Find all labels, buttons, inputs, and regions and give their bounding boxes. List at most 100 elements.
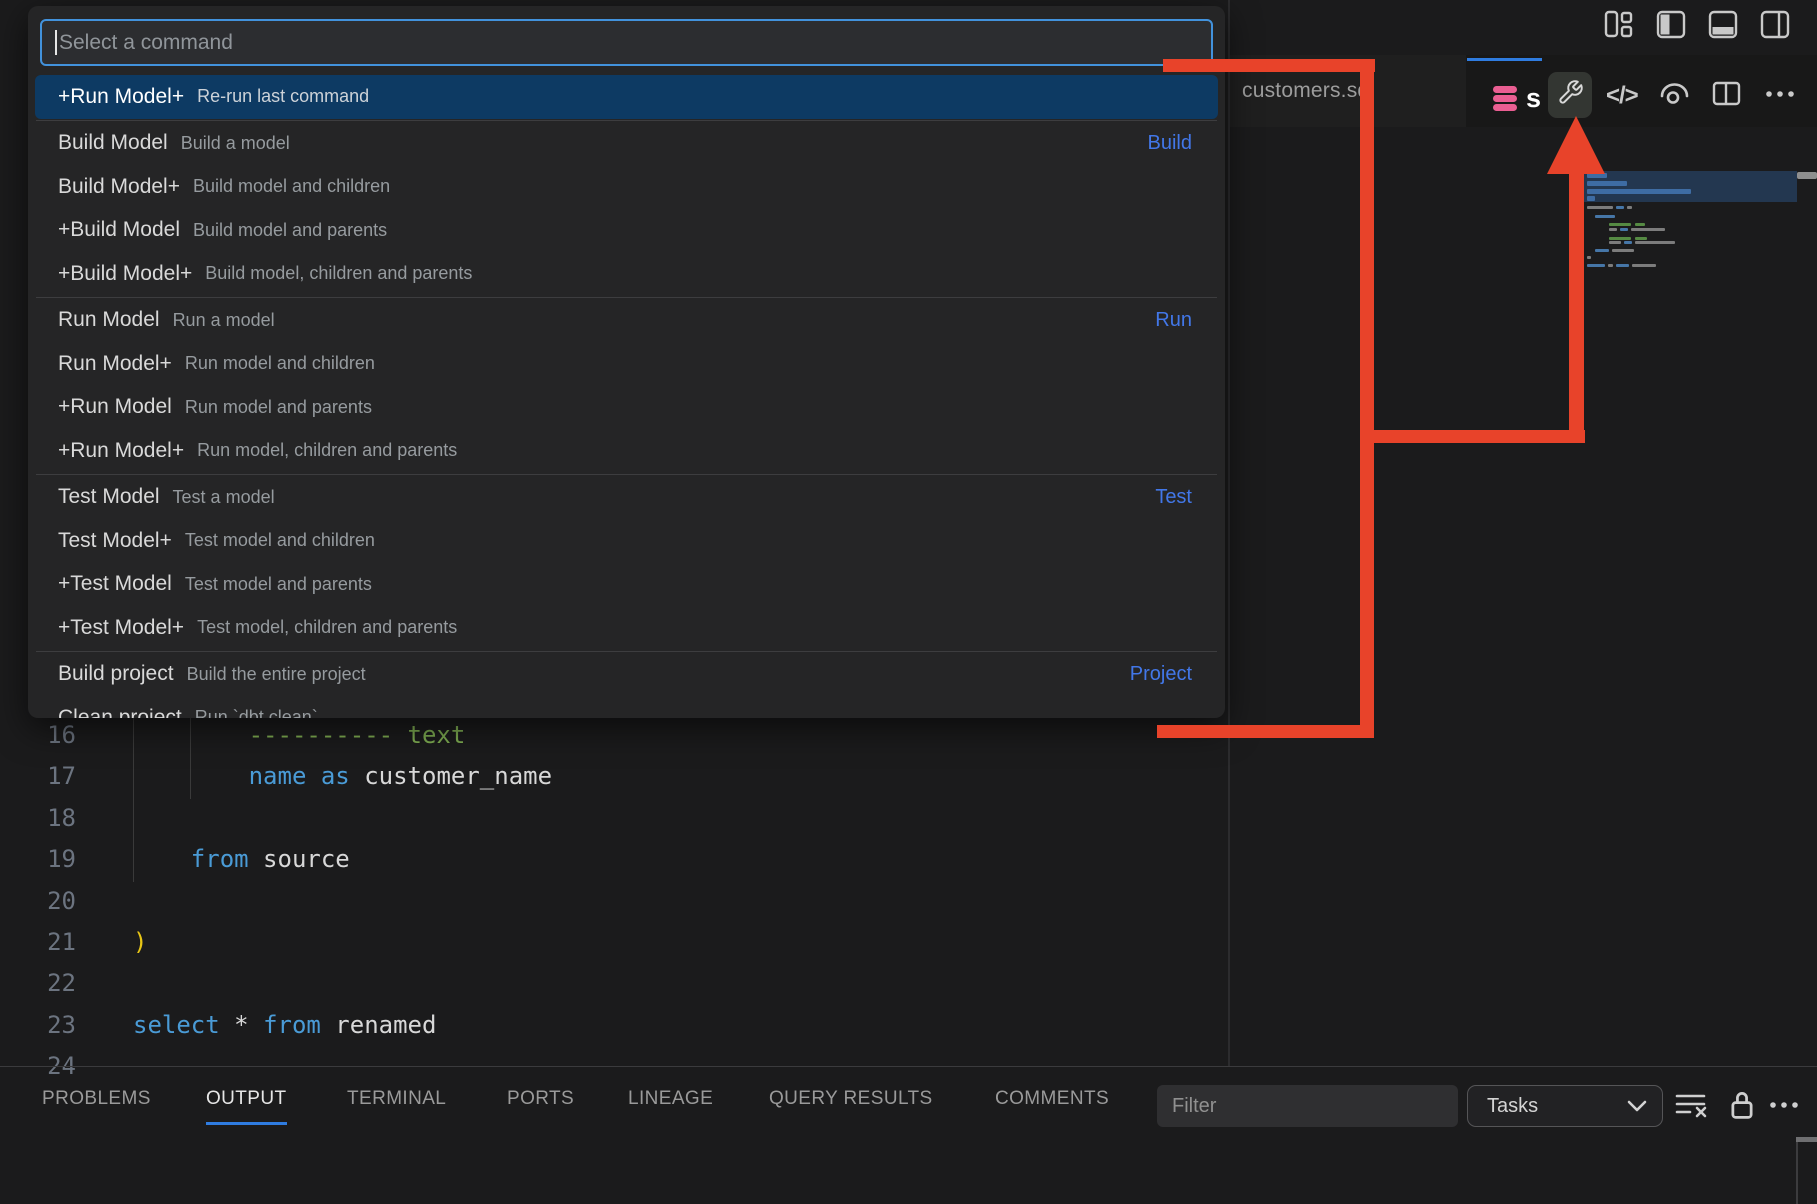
panel-tab-lineage[interactable]: LINEAGE	[628, 1088, 713, 1122]
palette-item-description: Build model and children	[193, 176, 390, 197]
minimap-code-bar	[1587, 206, 1613, 209]
minimap-code-bar	[1608, 264, 1613, 267]
editor-scrollbar-thumb[interactable]	[1797, 172, 1817, 179]
palette-item-label: Run Model	[58, 308, 160, 332]
panel-more-actions-icon[interactable]	[1768, 1094, 1802, 1121]
compiled-code-icon[interactable]: </>	[1606, 82, 1638, 110]
minimap-code-bar	[1612, 249, 1634, 252]
palette-item[interactable]: Build projectBuild the entire projectPro…	[35, 653, 1218, 697]
minimap-code-bar	[1620, 228, 1628, 231]
minimap-code-bar	[1635, 237, 1647, 240]
vscode-window: customers.sql s </> 16 ---------- text17…	[0, 0, 1817, 1204]
palette-group-divider	[36, 474, 1217, 475]
command-input[interactable]: Select a command	[40, 19, 1213, 66]
panel-top-border	[0, 1066, 1817, 1067]
palette-item-description: Run `dbt clean`	[195, 707, 318, 718]
code-text: select * from renamed	[133, 1005, 436, 1046]
panel-tab-query-results[interactable]: QUERY RESULTS	[769, 1088, 933, 1122]
palette-item-label: +Run Model+	[58, 439, 184, 463]
tasks-dropdown[interactable]: Tasks	[1467, 1085, 1663, 1127]
palette-item[interactable]: +Test Model+Test model, children and par…	[35, 606, 1218, 650]
chevron-down-icon	[1627, 1100, 1647, 1112]
dbt-database-icon[interactable]	[1493, 84, 1517, 113]
panel-scrollbar-thumb[interactable]	[1796, 1137, 1817, 1142]
toggle-panel-icon[interactable]	[1708, 9, 1738, 40]
palette-item[interactable]: Build ModelBuild a modelBuild	[35, 122, 1218, 166]
minimap-code-bar	[1635, 223, 1645, 226]
split-editor-icon[interactable]	[1712, 81, 1741, 106]
palette-item[interactable]: +Build ModelBuild model and parents	[35, 209, 1218, 253]
tab-label: customers.sql	[1242, 79, 1374, 103]
palette-item[interactable]: Test ModelTest a modelTest	[35, 476, 1218, 520]
palette-item-label: Test Model	[58, 485, 160, 509]
palette-item-label: +Test Model+	[58, 616, 184, 640]
palette-item[interactable]: Run Model+ Run model and children	[35, 342, 1218, 386]
annotation-line	[1360, 59, 1374, 738]
code-text: from source	[133, 839, 350, 880]
wrench-icon	[1557, 79, 1584, 111]
more-actions-icon[interactable]	[1763, 81, 1797, 106]
code-line: 23select * from renamed	[0, 1005, 1100, 1046]
palette-item[interactable]: Run ModelRun a modelRun	[35, 299, 1218, 343]
text-caret	[55, 30, 57, 55]
code-text: name as customer_name	[133, 756, 552, 797]
customize-layout-icon[interactable]	[1604, 9, 1634, 40]
palette-item-badge: Test	[1155, 486, 1218, 509]
toggle-sidebar-icon[interactable]	[1656, 9, 1686, 40]
palette-item-label: Build Model+	[58, 175, 180, 199]
palette-item[interactable]: +Run ModelRun model and parents	[35, 386, 1218, 430]
code-text: )	[133, 922, 147, 963]
palette-item-badge: Project	[1130, 663, 1218, 686]
minimap-code-bar	[1595, 249, 1609, 252]
minimap[interactable]	[1583, 171, 1797, 301]
palette-item[interactable]: Build Model+ Build model and children	[35, 165, 1218, 209]
toggle-secondary-sidebar-icon[interactable]	[1760, 9, 1790, 40]
minimap-selection-block	[1583, 171, 1797, 202]
panel-tab-terminal[interactable]: TERMINAL	[347, 1088, 446, 1122]
palette-item-label: Run Model+	[58, 352, 172, 376]
panel-scrollbar-track[interactable]	[1796, 1137, 1798, 1204]
minimap-code-bar	[1616, 264, 1629, 267]
code-line: 17 name as customer_name	[0, 756, 1100, 797]
palette-item-label: +Build Model+	[58, 262, 192, 286]
palette-item-description: Run model and children	[185, 353, 375, 374]
minimap-code-bar	[1609, 223, 1631, 226]
panel-tab-comments[interactable]: COMMENTS	[995, 1088, 1109, 1122]
minimap-selection-bar	[1587, 189, 1691, 194]
line-number: 17	[0, 756, 76, 797]
command-input-placeholder: Select a command	[59, 31, 233, 55]
line-number: 19	[0, 839, 76, 880]
query-preview-icon[interactable]	[1658, 81, 1691, 108]
panel-tab-output[interactable]: OUTPUT	[206, 1088, 287, 1125]
panel-tab-ports[interactable]: PORTS	[507, 1088, 574, 1122]
lock-icon[interactable]	[1728, 1090, 1756, 1127]
code-line: 19 from source	[0, 839, 1100, 880]
palette-group-divider	[36, 651, 1217, 652]
code-editor: 16 ---------- text17 name as customer_na…	[0, 715, 1100, 1088]
palette-item-description: Run model, children and parents	[197, 440, 457, 461]
panel-tab-problems[interactable]: PROBLEMS	[42, 1088, 151, 1122]
dbt-build-actions-button[interactable]	[1548, 72, 1592, 118]
palette-item-label: Build Model	[58, 131, 168, 155]
palette-item-description: Build the entire project	[187, 664, 366, 685]
filter-input[interactable]: Filter	[1157, 1085, 1458, 1127]
tasks-dropdown-label: Tasks	[1487, 1095, 1538, 1118]
minimap-code-bar	[1595, 215, 1615, 218]
annotation-arrowhead-icon	[1547, 116, 1605, 174]
palette-item[interactable]: +Run Model+Re-run last command	[35, 75, 1218, 119]
palette-item[interactable]: +Build Model+Build model, children and p…	[35, 252, 1218, 296]
window-layout-controls	[1604, 9, 1790, 40]
line-number: 18	[0, 798, 76, 839]
palette-item-description: Build model and parents	[193, 220, 387, 241]
indent-guide	[190, 716, 191, 799]
code-line: 20	[0, 881, 1100, 922]
clear-output-icon[interactable]	[1674, 1090, 1710, 1125]
code-line: 16 ---------- text	[0, 715, 1100, 756]
palette-item[interactable]: Test Model+Test model and children	[35, 519, 1218, 563]
palette-item[interactable]: +Run Model+ Run model, children and paren…	[35, 429, 1218, 473]
minimap-selection-bar	[1587, 196, 1595, 201]
line-number: 21	[0, 922, 76, 963]
palette-item[interactable]: Clean projectRun `dbt clean`	[35, 696, 1218, 718]
palette-item[interactable]: +Test ModelTest model and parents	[35, 563, 1218, 607]
annotation-arrow-shaft	[1569, 168, 1584, 443]
